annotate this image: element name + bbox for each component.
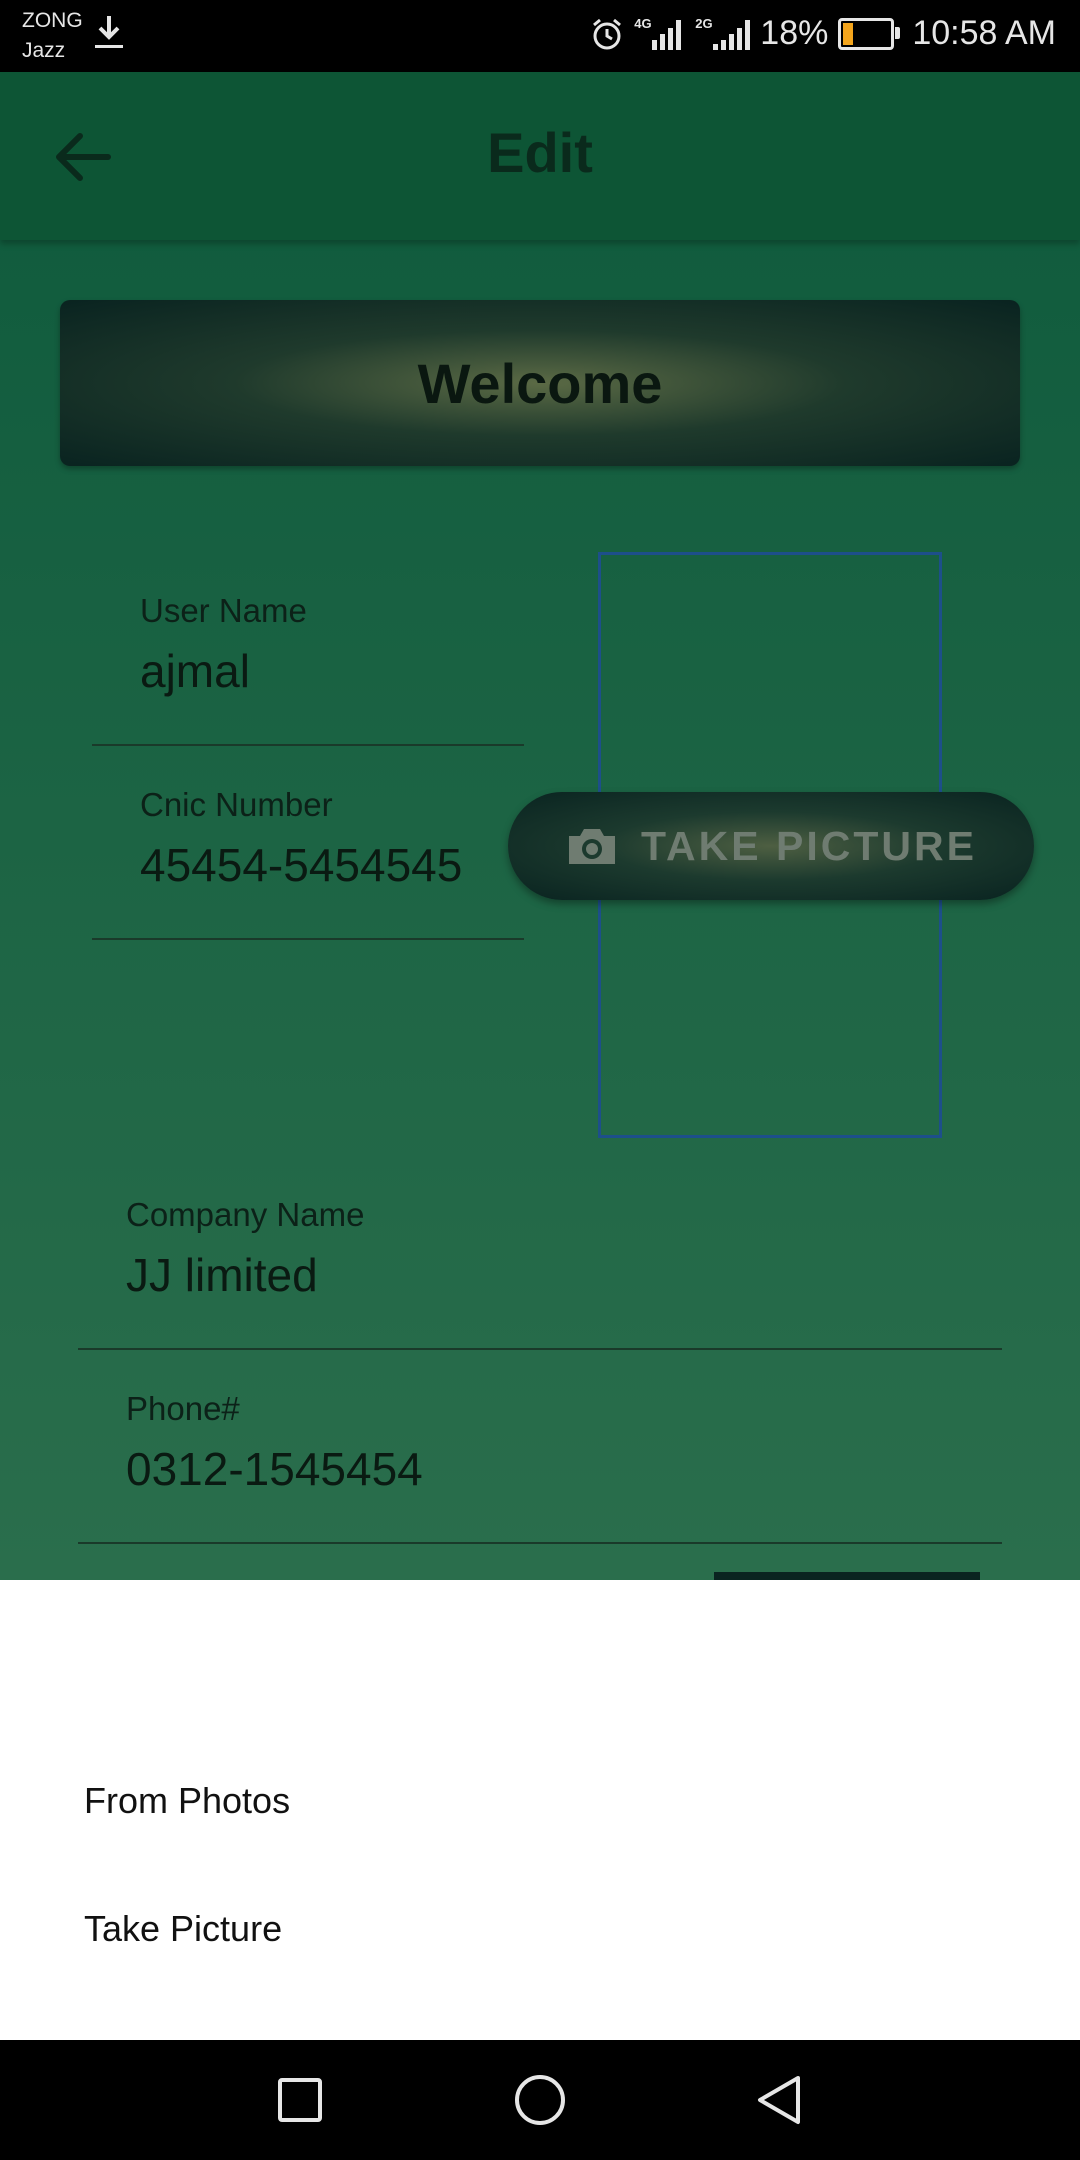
company-field[interactable]: Company Name JJ limited bbox=[126, 1196, 986, 1302]
page-title: Edit bbox=[487, 121, 593, 184]
carrier-2: Jazz bbox=[22, 39, 66, 62]
cnic-field[interactable]: Cnic Number 45454-5454545 bbox=[140, 786, 520, 892]
company-label: Company Name bbox=[126, 1196, 365, 1233]
phone-field[interactable]: Phone# 0312-1545454 bbox=[126, 1390, 986, 1496]
hidden-button-edge bbox=[714, 1572, 980, 1580]
download-icon bbox=[95, 16, 123, 48]
battery-icon bbox=[838, 17, 901, 50]
take-picture-button[interactable]: TAKE PICTURE bbox=[508, 792, 1034, 900]
edit-screen: Edit Welcome User Name ajmal Cnic Number… bbox=[0, 72, 1080, 1580]
signal-2g-label: 2G bbox=[695, 15, 713, 31]
user-name-underline bbox=[92, 744, 524, 746]
status-bar: ZONG Jazz 4G 2G 18% 10:58 AM bbox=[0, 0, 1080, 72]
app-bar: Edit bbox=[0, 72, 1080, 240]
take-picture-label: TAKE PICTURE bbox=[641, 822, 977, 869]
cnic-underline bbox=[92, 938, 524, 940]
carrier-info: ZONG Jazz bbox=[22, 6, 83, 66]
alarm-icon bbox=[593, 18, 622, 49]
user-name-field[interactable]: User Name ajmal bbox=[140, 592, 520, 698]
welcome-text: Welcome bbox=[417, 351, 663, 415]
carrier-1: ZONG bbox=[22, 9, 83, 32]
user-name-value[interactable]: ajmal bbox=[140, 644, 520, 698]
system-nav-bar bbox=[0, 2040, 1080, 2160]
clock: 10:58 AM bbox=[912, 14, 1056, 52]
phone-underline bbox=[78, 1542, 1002, 1544]
take-picture-option[interactable]: Take Picture bbox=[84, 1908, 282, 1950]
signal-4g-label: 4G bbox=[634, 15, 652, 31]
user-name-label: User Name bbox=[140, 592, 307, 629]
signal-2g-icon: 2G bbox=[695, 16, 751, 50]
battery-percent: 18% bbox=[760, 14, 829, 52]
image-source-bottom-sheet: From Photos Take Picture bbox=[0, 1580, 1080, 2040]
back-triangle-icon[interactable] bbox=[752, 2072, 808, 2128]
cnic-value[interactable]: 45454-5454545 bbox=[140, 838, 520, 892]
company-value[interactable]: JJ limited bbox=[126, 1248, 986, 1302]
signal-4g-icon: 4G bbox=[634, 16, 682, 50]
home-circle-icon[interactable] bbox=[512, 2072, 568, 2128]
welcome-banner: Welcome bbox=[60, 300, 1020, 466]
phone-label: Phone# bbox=[126, 1390, 240, 1427]
cnic-label: Cnic Number bbox=[140, 786, 333, 823]
from-photos-option[interactable]: From Photos bbox=[84, 1780, 290, 1822]
phone-value[interactable]: 0312-1545454 bbox=[126, 1442, 986, 1496]
camera-icon bbox=[569, 829, 616, 864]
recents-square-icon[interactable] bbox=[272, 2072, 328, 2128]
company-underline bbox=[78, 1348, 1002, 1350]
